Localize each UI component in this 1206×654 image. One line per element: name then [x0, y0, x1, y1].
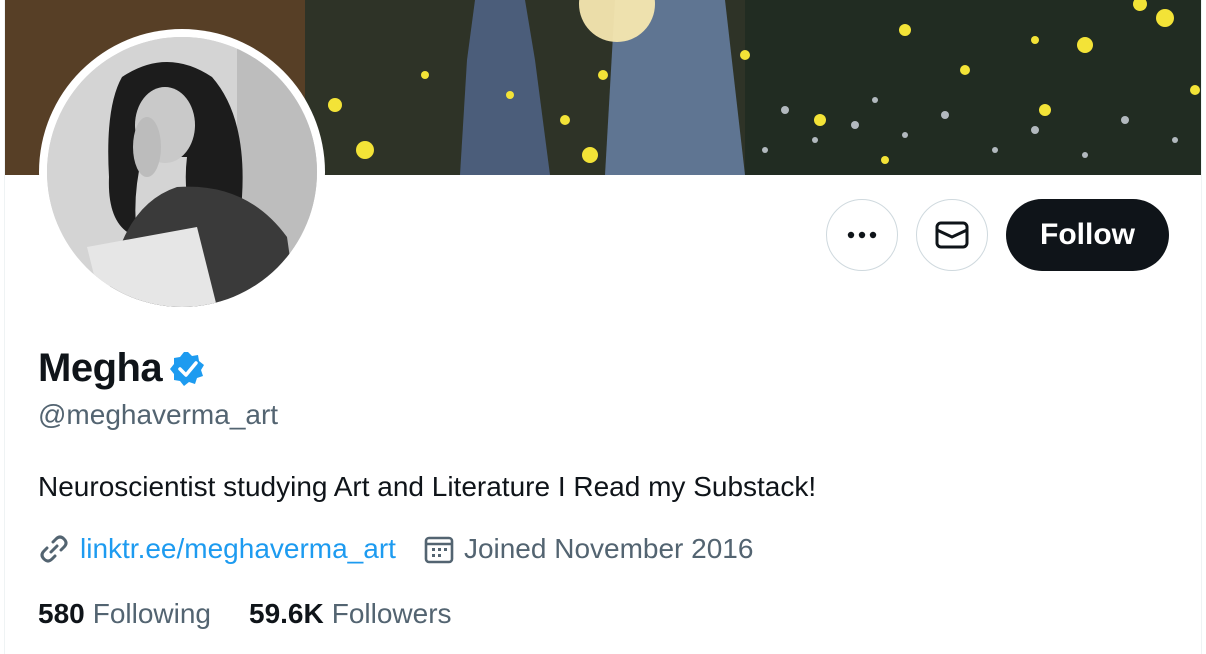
website-item: linktr.ee/meghaverma_art	[38, 533, 396, 565]
profile-header: Follow Megha @meghaverma_art Neuroscient…	[4, 0, 1202, 654]
avatar-photo	[47, 37, 317, 307]
envelope-icon	[935, 221, 969, 249]
joined-item: Joined November 2016	[424, 533, 754, 565]
profile-actions: Follow	[826, 199, 1169, 271]
followers-label: Followers	[331, 598, 452, 629]
follow-button[interactable]: Follow	[1006, 199, 1169, 271]
more-icon	[847, 231, 877, 239]
follow-counts: 580 Following 59.6K Followers	[38, 598, 490, 630]
avatar[interactable]	[47, 37, 317, 307]
verified-badge-icon[interactable]	[170, 351, 206, 387]
bio-text: Neuroscientist studying Art and Literatu…	[38, 471, 817, 502]
user-handle: @meghaverma_art	[38, 399, 279, 430]
following-label: Following	[92, 598, 211, 629]
following-count: 580	[38, 598, 85, 629]
name-row: Megha	[38, 346, 206, 391]
calendar-icon	[424, 536, 454, 564]
message-button[interactable]	[916, 199, 989, 271]
link-icon	[40, 535, 68, 563]
joined-date: Joined November 2016	[463, 533, 754, 564]
website-link[interactable]: linktr.ee/meghaverma_art	[80, 533, 396, 565]
more-options-button[interactable]	[826, 199, 899, 271]
following-link[interactable]: 580 Following	[38, 598, 211, 630]
followers-count: 59.6K	[249, 598, 324, 629]
display-name: Megha	[38, 346, 163, 390]
profile-meta: linktr.ee/meghaverma_art Joined November…	[38, 533, 781, 565]
followers-link[interactable]: 59.6K Followers	[249, 598, 452, 630]
